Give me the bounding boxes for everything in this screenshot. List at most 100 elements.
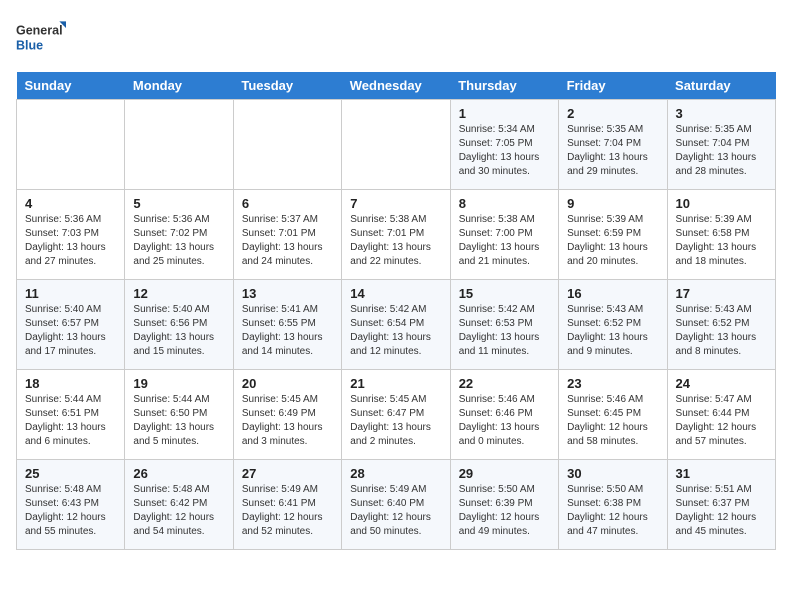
header-thursday: Thursday [450,72,558,100]
day-info: Sunrise: 5:49 AMSunset: 6:41 PMDaylight:… [242,483,333,539]
header: General Blue [16,16,776,60]
cell-2-1: 12 Sunrise: 5:40 AMSunset: 6:56 PMDayligh… [125,280,233,370]
day-info: Sunrise: 5:42 AMSunset: 6:53 PMDaylight:… [459,303,550,359]
cell-1-5: 9Sunrise: 5:39 AMSunset: 6:59 PMDaylight… [559,190,667,280]
day-number: 21 [350,376,441,391]
day-info: Sunrise: 5:50 AMSunset: 6:38 PMDaylight:… [567,483,658,539]
day-info: Sunrise: 5:43 AMSunset: 6:52 PMDaylight:… [676,303,767,359]
day-number: 2 [567,106,658,121]
day-info: Sunrise: 5:36 AMSunset: 7:03 PMDaylight:… [25,213,116,269]
cell-0-4: 1 Sunrise: 5:34 AMSunset: 7:05 PMDaylight… [450,100,558,190]
day-number: 28 [350,466,441,481]
day-info: Sunrise: 5:46 AMSunset: 6:45 PMDaylight:… [567,393,658,449]
day-info: Sunrise: 5:37 AMSunset: 7:01 PMDaylight:… [242,213,333,269]
day-info: Sunrise: 5:45 AMSunset: 6:47 PMDaylight:… [350,393,441,449]
day-number: 27 [242,466,333,481]
day-number: 10 [676,196,767,211]
day-info: Sunrise: 5:46 AMSunset: 6:46 PMDaylight:… [459,393,550,449]
calendar-table: SundayMondayTuesdayWednesdayThursdayFrid… [16,72,776,550]
svg-text:Blue: Blue [16,39,43,53]
day-number: 25 [25,466,116,481]
cell-0-1 [125,100,233,190]
cell-4-4: 29 Sunrise: 5:50 AMSunset: 6:39 PMDayligh… [450,460,558,550]
day-info: Sunrise: 5:38 AMSunset: 7:01 PMDaylight:… [350,213,441,269]
cell-4-1: 26 Sunrise: 5:48 AMSunset: 6:42 PMDayligh… [125,460,233,550]
day-info: Sunrise: 5:41 AMSunset: 6:55 PMDaylight:… [242,303,333,359]
cell-3-0: 18 Sunrise: 5:44 AMSunset: 6:51 PMDayligh… [17,370,125,460]
header-row: SundayMondayTuesdayWednesdayThursdayFrid… [17,72,776,100]
day-number: 13 [242,286,333,301]
cell-0-5: 2 Sunrise: 5:35 AMSunset: 7:04 PMDaylight… [559,100,667,190]
cell-3-6: 24 Sunrise: 5:47 AMSunset: 6:44 PMDayligh… [667,370,775,460]
day-number: 17 [676,286,767,301]
day-info: Sunrise: 5:40 AMSunset: 6:56 PMDaylight:… [133,303,224,359]
day-info: Sunrise: 5:44 AMSunset: 6:51 PMDaylight:… [25,393,116,449]
day-info: Sunrise: 5:36 AMSunset: 7:02 PMDaylight:… [133,213,224,269]
header-monday: Monday [125,72,233,100]
cell-4-5: 30 Sunrise: 5:50 AMSunset: 6:38 PMDayligh… [559,460,667,550]
cell-1-4: 8Sunrise: 5:38 AMSunset: 7:00 PMDaylight… [450,190,558,280]
header-tuesday: Tuesday [233,72,341,100]
day-info: Sunrise: 5:35 AMSunset: 7:04 PMDaylight:… [567,123,658,179]
day-number: 16 [567,286,658,301]
day-number: 24 [676,376,767,391]
logo: General Blue [16,16,66,60]
cell-0-6: 3Sunrise: 5:35 AMSunset: 7:04 PMDaylight… [667,100,775,190]
day-number: 23 [567,376,658,391]
day-number: 31 [676,466,767,481]
day-info: Sunrise: 5:39 AMSunset: 6:58 PMDaylight:… [676,213,767,269]
day-info: Sunrise: 5:51 AMSunset: 6:37 PMDaylight:… [676,483,767,539]
cell-3-2: 20Sunrise: 5:45 AMSunset: 6:49 PMDayligh… [233,370,341,460]
cell-1-2: 6 Sunrise: 5:37 AMSunset: 7:01 PMDaylight… [233,190,341,280]
cell-4-3: 28 Sunrise: 5:49 AMSunset: 6:40 PMDayligh… [342,460,450,550]
cell-2-3: 14Sunrise: 5:42 AMSunset: 6:54 PMDayligh… [342,280,450,370]
logo-svg: General Blue [16,16,66,60]
day-info: Sunrise: 5:44 AMSunset: 6:50 PMDaylight:… [133,393,224,449]
day-info: Sunrise: 5:35 AMSunset: 7:04 PMDaylight:… [676,123,767,179]
day-info: Sunrise: 5:45 AMSunset: 6:49 PMDaylight:… [242,393,333,449]
header-friday: Friday [559,72,667,100]
cell-4-6: 31 Sunrise: 5:51 AMSunset: 6:37 PMDayligh… [667,460,775,550]
week-row-5: 25 Sunrise: 5:48 AMSunset: 6:43 PMDayligh… [17,460,776,550]
cell-2-0: 11Sunrise: 5:40 AMSunset: 6:57 PMDayligh… [17,280,125,370]
day-number: 29 [459,466,550,481]
day-info: Sunrise: 5:50 AMSunset: 6:39 PMDaylight:… [459,483,550,539]
day-number: 15 [459,286,550,301]
day-number: 5 [133,196,224,211]
cell-4-2: 27 Sunrise: 5:49 AMSunset: 6:41 PMDayligh… [233,460,341,550]
cell-2-4: 15 Sunrise: 5:42 AMSunset: 6:53 PMDayligh… [450,280,558,370]
day-number: 8 [459,196,550,211]
header-sunday: Sunday [17,72,125,100]
day-number: 1 [459,106,550,121]
header-wednesday: Wednesday [342,72,450,100]
cell-4-0: 25 Sunrise: 5:48 AMSunset: 6:43 PMDayligh… [17,460,125,550]
day-number: 26 [133,466,224,481]
cell-3-1: 19Sunrise: 5:44 AMSunset: 6:50 PMDayligh… [125,370,233,460]
cell-0-0 [17,100,125,190]
cell-3-5: 23 Sunrise: 5:46 AMSunset: 6:45 PMDayligh… [559,370,667,460]
day-number: 22 [459,376,550,391]
svg-text:General: General [16,24,63,38]
day-number: 6 [242,196,333,211]
day-number: 30 [567,466,658,481]
day-info: Sunrise: 5:48 AMSunset: 6:42 PMDaylight:… [133,483,224,539]
cell-2-6: 17 Sunrise: 5:43 AMSunset: 6:52 PMDayligh… [667,280,775,370]
day-info: Sunrise: 5:34 AMSunset: 7:05 PMDaylight:… [459,123,550,179]
day-info: Sunrise: 5:49 AMSunset: 6:40 PMDaylight:… [350,483,441,539]
day-info: Sunrise: 5:47 AMSunset: 6:44 PMDaylight:… [676,393,767,449]
day-number: 12 [133,286,224,301]
cell-1-1: 5 Sunrise: 5:36 AMSunset: 7:02 PMDaylight… [125,190,233,280]
header-saturday: Saturday [667,72,775,100]
day-number: 14 [350,286,441,301]
day-info: Sunrise: 5:48 AMSunset: 6:43 PMDaylight:… [25,483,116,539]
cell-2-5: 16Sunrise: 5:43 AMSunset: 6:52 PMDayligh… [559,280,667,370]
cell-3-3: 21 Sunrise: 5:45 AMSunset: 6:47 PMDayligh… [342,370,450,460]
week-row-3: 11Sunrise: 5:40 AMSunset: 6:57 PMDayligh… [17,280,776,370]
cell-1-6: 10 Sunrise: 5:39 AMSunset: 6:58 PMDayligh… [667,190,775,280]
day-info: Sunrise: 5:40 AMSunset: 6:57 PMDaylight:… [25,303,116,359]
day-number: 9 [567,196,658,211]
week-row-4: 18 Sunrise: 5:44 AMSunset: 6:51 PMDayligh… [17,370,776,460]
day-number: 18 [25,376,116,391]
week-row-1: 1 Sunrise: 5:34 AMSunset: 7:05 PMDaylight… [17,100,776,190]
cell-0-3 [342,100,450,190]
